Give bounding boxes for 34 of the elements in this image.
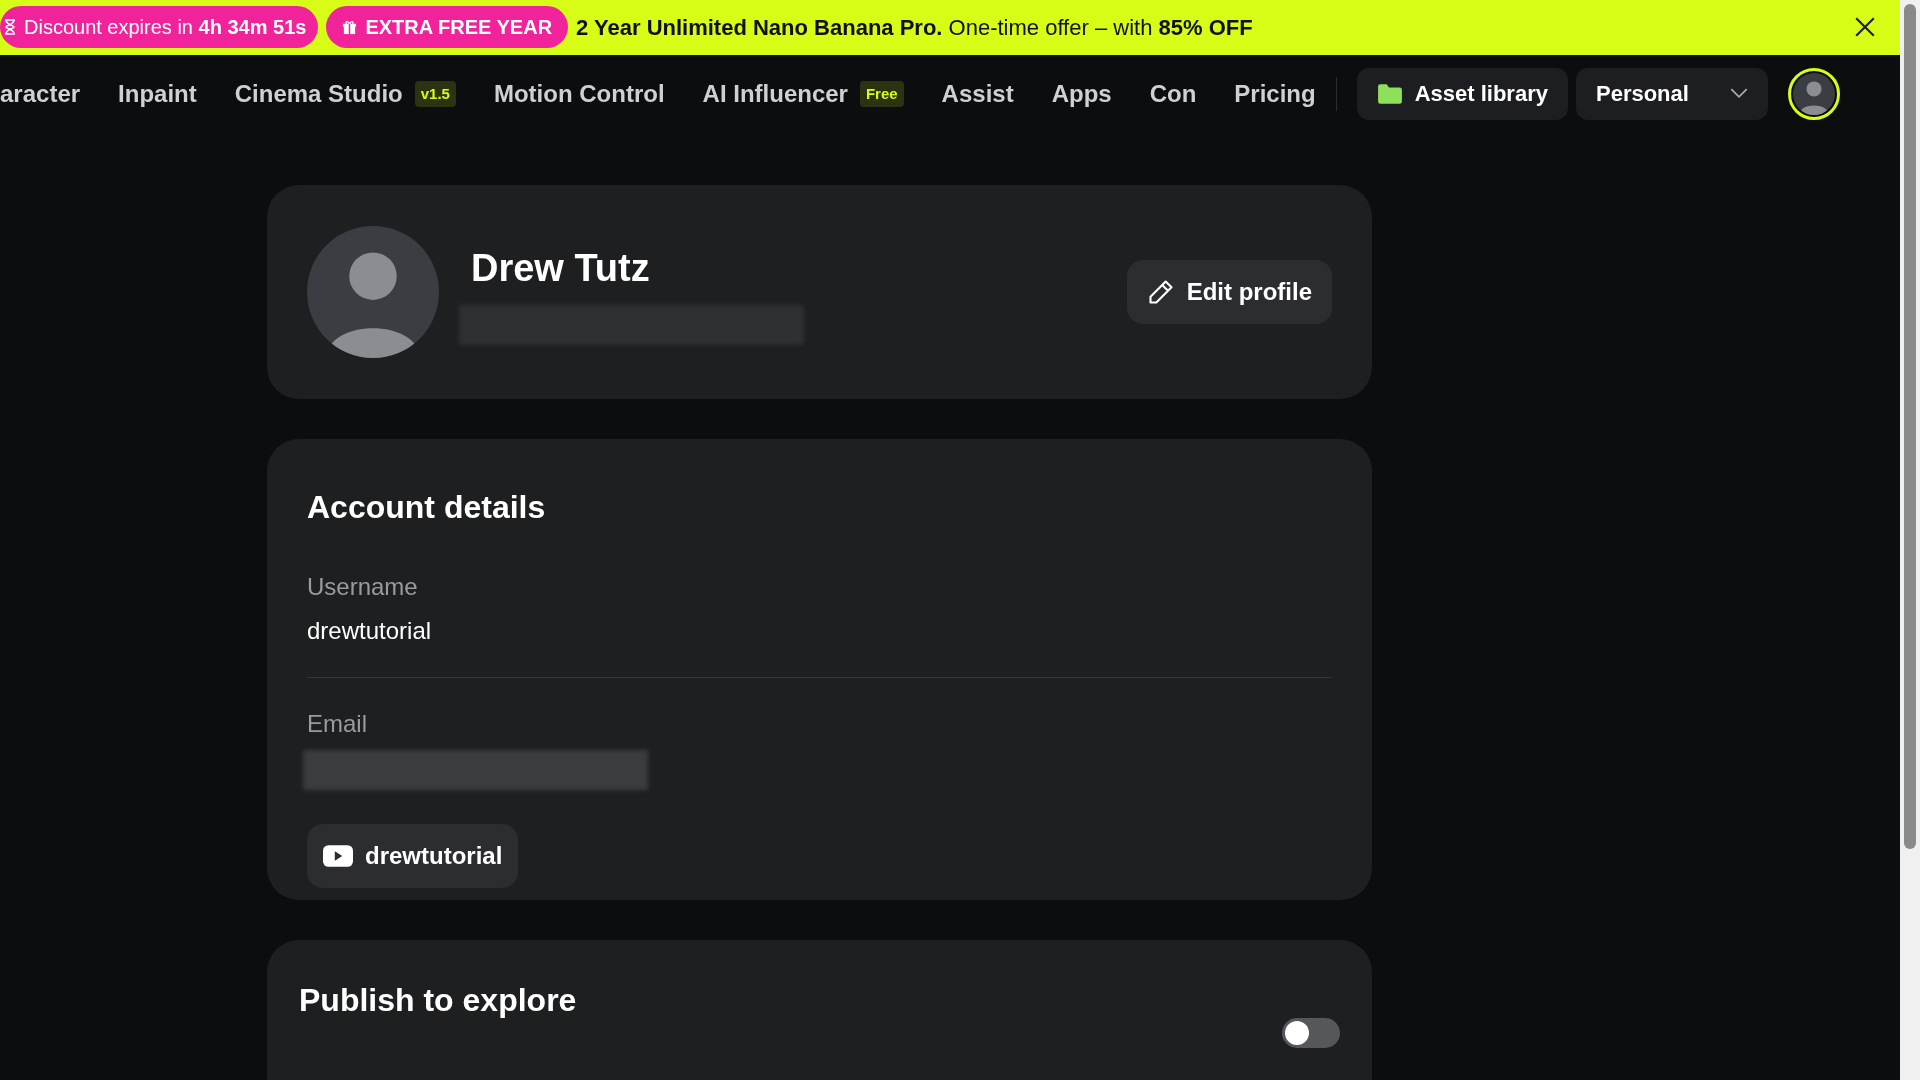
offer-message: 2 Year Unlimited Nano Banana Pro. One-time offer – with 85% OFF [576, 13, 1253, 42]
profile-name: Drew Tutz [471, 245, 651, 291]
asset-library-button[interactable]: Asset library [1356, 67, 1568, 120]
nav-link[interactable]: Assist [941, 75, 1014, 112]
pencil-icon [1146, 278, 1175, 306]
workspace-dropdown[interactable]: Personal [1575, 67, 1768, 120]
chevron-down-icon [1729, 88, 1748, 100]
nav-link[interactable]: aracter [0, 75, 81, 112]
nav-link[interactable]: Cinema Studio v1.5 [234, 75, 456, 112]
nav-link[interactable]: Con [1149, 75, 1197, 112]
youtube-channel-chip[interactable]: drewtutorial [307, 824, 519, 888]
field-label: Email [307, 709, 368, 739]
edit-profile-button[interactable]: Edit profile [1126, 260, 1332, 324]
youtube-icon [323, 845, 353, 867]
user-avatar [1792, 72, 1835, 115]
publish-toggle[interactable] [1282, 1018, 1340, 1048]
nav-link[interactable]: Apps [1051, 75, 1112, 112]
field-label: Username [307, 572, 419, 602]
field-value: drewtutorial [307, 616, 433, 646]
section-title: Account details [307, 488, 547, 527]
hourglass-icon [4, 19, 16, 36]
nav-link[interactable]: Inpaint [118, 75, 197, 112]
nav-link[interactable]: AI Influencer Free [702, 75, 904, 112]
nav-badge: v1.5 [414, 80, 456, 107]
close-icon[interactable] [1854, 16, 1876, 39]
offer-badge: EXTRA FREE YEAR [326, 6, 569, 49]
timer-badge: Discount expires in 4h 34m 51s [0, 6, 319, 49]
gift-icon [342, 19, 358, 35]
scrollbar[interactable] [1900, 0, 1920, 1080]
section-title: Publish to explore [299, 981, 577, 1020]
folder-icon [1376, 82, 1403, 105]
nav-link[interactable]: Motion Control [493, 75, 665, 112]
nav-link[interactable]: Pricing [1234, 75, 1316, 112]
nav-badge: Free [859, 80, 904, 107]
